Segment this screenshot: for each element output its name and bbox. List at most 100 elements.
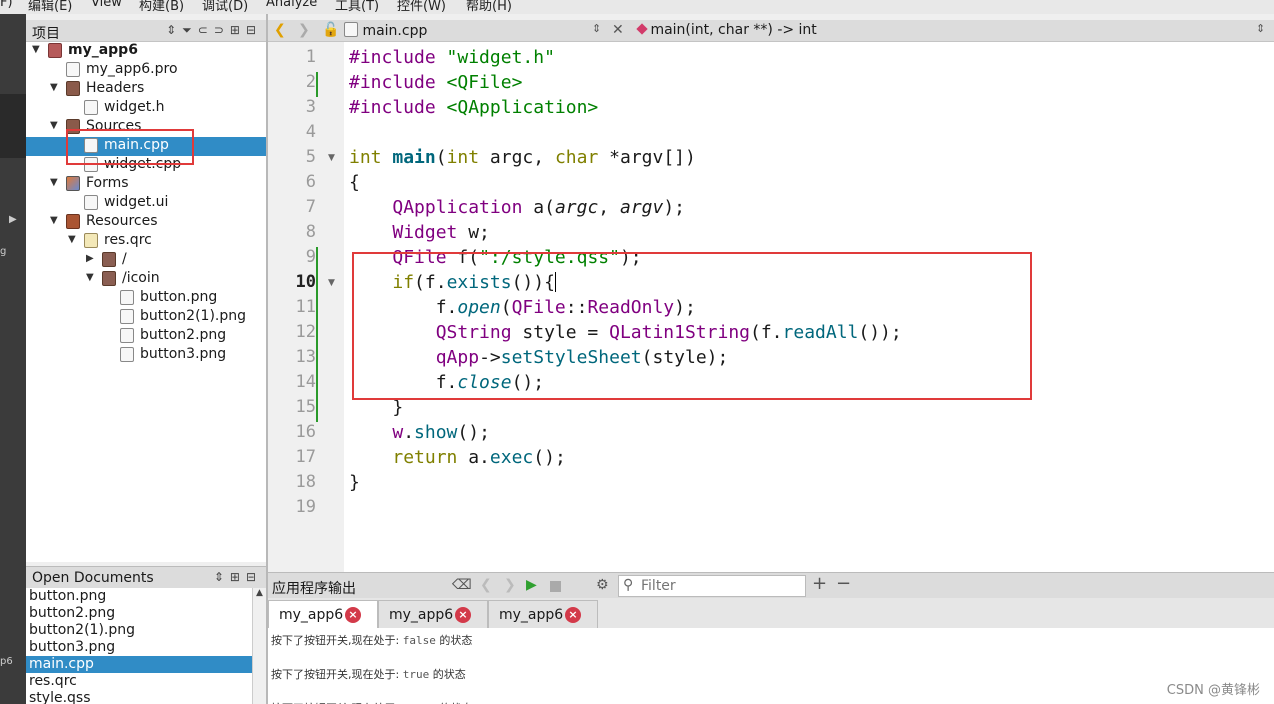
tree-item[interactable]: ▼ /icoin bbox=[26, 270, 266, 289]
menu-edit[interactable]: 编辑(E) bbox=[28, 0, 72, 14]
open-document-item[interactable]: button2(1).png bbox=[26, 622, 252, 639]
symbol-name: main(int, char **) -> int bbox=[650, 22, 817, 38]
clear-output-icon[interactable]: ⌫ bbox=[452, 577, 472, 593]
tree-item[interactable]: button.png bbox=[26, 289, 266, 308]
back-arrow-icon[interactable]: ❮ bbox=[274, 22, 286, 38]
tree-item[interactable]: button2(1).png bbox=[26, 308, 266, 327]
output-line: 按下了按钮开关,现在处于: false 的状态 bbox=[271, 632, 472, 648]
expand-arrow-icon[interactable]: ▶ bbox=[9, 214, 17, 225]
menu-analyze[interactable]: Analyze bbox=[266, 0, 317, 10]
stop-icon[interactable] bbox=[550, 580, 561, 596]
expand-right-icon[interactable]: ▶ bbox=[86, 253, 94, 264]
tree-item[interactable]: ▼ res.qrc bbox=[26, 232, 266, 251]
tree-item[interactable]: button2.png bbox=[26, 327, 266, 346]
output-line-suffix: 的状态 bbox=[429, 668, 466, 681]
open-documents-tools: ⇕⊞⊟ bbox=[214, 570, 262, 584]
output-tab[interactable]: my_app6 × bbox=[488, 600, 598, 628]
forward-arrow-icon[interactable]: ❯ bbox=[298, 22, 310, 38]
menu-file[interactable]: F) bbox=[0, 0, 13, 10]
tree-item[interactable]: widget.h bbox=[26, 99, 266, 118]
output-text[interactable]: 按下了按钮开关,现在处于: false 的状态 按下了按钮开关,现在处于: tru… bbox=[268, 628, 1274, 704]
add-output-icon[interactable]: + bbox=[812, 573, 827, 594]
menu-build[interactable]: 构建(B) bbox=[139, 0, 184, 14]
expand-down-icon[interactable]: ▼ bbox=[50, 177, 58, 188]
open-document-item[interactable]: res.qrc bbox=[26, 673, 252, 690]
open-document-item[interactable]: button3.png bbox=[26, 639, 252, 656]
expand-down-icon[interactable]: ▼ bbox=[50, 82, 58, 93]
close-panel-icon[interactable]: ⊟ bbox=[246, 23, 262, 37]
line-number: 4 bbox=[305, 122, 316, 142]
menu-view[interactable]: View bbox=[91, 0, 122, 10]
code-token: *argv[]) bbox=[609, 147, 696, 168]
tree-item[interactable]: my_app6.pro bbox=[26, 61, 266, 80]
code-line: #include "widget.h" bbox=[349, 47, 555, 68]
line-number: 8 bbox=[305, 222, 316, 242]
open-document-item[interactable]: style.qss bbox=[26, 690, 252, 704]
watermark: CSDN @黄锋彬 bbox=[1166, 683, 1260, 698]
prev-icon[interactable]: ❮ bbox=[480, 577, 492, 593]
close-tab-icon[interactable]: × bbox=[345, 607, 361, 623]
tree-item[interactable]: ▼ Resources bbox=[26, 213, 266, 232]
code-line: Widget w; bbox=[349, 222, 490, 243]
open-document-item[interactable]: main.cpp bbox=[26, 656, 252, 673]
split-icon[interactable]: ⊞ bbox=[230, 570, 246, 584]
open-documents-scrollbar[interactable]: ▲ bbox=[252, 588, 266, 704]
tree-item[interactable]: ▶ / bbox=[26, 251, 266, 270]
settings-gear-icon[interactable]: ⚙ bbox=[596, 577, 609, 593]
sort-icon[interactable]: ⇕ bbox=[214, 570, 230, 584]
filter-icon[interactable]: ⏷ bbox=[182, 23, 198, 37]
editor-toolbar: ❮ ❯ 🔓 main.cpp ⇕ ✕ main(int, char **) ->… bbox=[268, 20, 1274, 42]
tree-item-label: button2.png bbox=[140, 327, 227, 343]
remove-output-icon[interactable]: − bbox=[836, 573, 851, 594]
close-file-icon[interactable]: ✕ bbox=[612, 22, 624, 38]
menu-debug[interactable]: 调试(D) bbox=[202, 0, 248, 14]
sort-icon[interactable]: ⇕ bbox=[166, 23, 182, 37]
fold-marker-icon[interactable]: ▼ bbox=[328, 278, 335, 288]
close-panel-icon[interactable]: ⊟ bbox=[246, 570, 262, 584]
open-document-item[interactable]: button2.png bbox=[26, 605, 252, 622]
tree-item[interactable]: ▼ my_app6 bbox=[26, 42, 266, 61]
expand-down-icon[interactable]: ▼ bbox=[86, 272, 94, 283]
output-tab[interactable]: my_app6 × bbox=[268, 600, 378, 628]
image-file-icon bbox=[120, 347, 134, 362]
filter-input[interactable] bbox=[641, 578, 801, 594]
mode-bar: ▶ g p6 bbox=[0, 14, 26, 704]
symbol-dropdown-icon[interactable]: ⇕ bbox=[1256, 22, 1265, 35]
project-mode-label[interactable]: p6 bbox=[0, 656, 13, 667]
file-name: main.cpp bbox=[362, 23, 428, 39]
scroll-up-icon[interactable]: ▲ bbox=[256, 588, 263, 598]
expand-down-icon[interactable]: ▼ bbox=[50, 215, 58, 226]
tree-item[interactable]: button3.png bbox=[26, 346, 266, 365]
menu-tools[interactable]: 工具(T) bbox=[335, 0, 379, 14]
menu-help[interactable]: 帮助(H) bbox=[466, 0, 512, 14]
expand-down-icon[interactable]: ▼ bbox=[32, 44, 40, 55]
code-token: (); bbox=[457, 422, 490, 443]
tree-item[interactable]: widget.ui bbox=[26, 194, 266, 213]
open-document-item[interactable]: button.png bbox=[26, 588, 252, 605]
tree-item[interactable]: ▼ Forms bbox=[26, 175, 266, 194]
next-icon[interactable]: ❯ bbox=[504, 577, 516, 593]
split-icon[interactable]: ⊞ bbox=[230, 23, 246, 37]
expand-down-icon[interactable]: ▼ bbox=[68, 234, 76, 245]
file-selector[interactable]: main.cpp bbox=[344, 22, 427, 39]
close-tab-icon[interactable]: × bbox=[565, 607, 581, 623]
close-tab-icon[interactable]: × bbox=[455, 607, 471, 623]
qrc-file-icon bbox=[84, 233, 98, 248]
run-icon[interactable]: ▶ bbox=[526, 577, 537, 593]
expand-down-icon[interactable]: ▼ bbox=[50, 120, 58, 131]
line-number-gutter[interactable]: 1 2 3 4 5 ▼ 6 7 8 9 10 ▼ 11 12 13 14 15 16 17 18 19 bbox=[268, 42, 344, 572]
output-tab[interactable]: my_app6 × bbox=[378, 600, 488, 628]
link-icon[interactable]: ⊂⊃ bbox=[198, 23, 230, 37]
tree-item-label: /icoin bbox=[122, 270, 160, 286]
code-token: argc, bbox=[489, 147, 555, 168]
symbol-selector[interactable]: main(int, char **) -> int bbox=[636, 22, 817, 38]
fold-marker-icon[interactable]: ▼ bbox=[328, 153, 335, 163]
file-dropdown-icon[interactable]: ⇕ bbox=[592, 22, 601, 35]
tree-item[interactable]: ▼ Headers bbox=[26, 80, 266, 99]
mode-selected-block[interactable] bbox=[0, 94, 26, 158]
output-filter[interactable]: ⚲ bbox=[618, 575, 806, 597]
menu-controls[interactable]: 控件(W) bbox=[397, 0, 446, 14]
code-token: int bbox=[446, 147, 490, 168]
